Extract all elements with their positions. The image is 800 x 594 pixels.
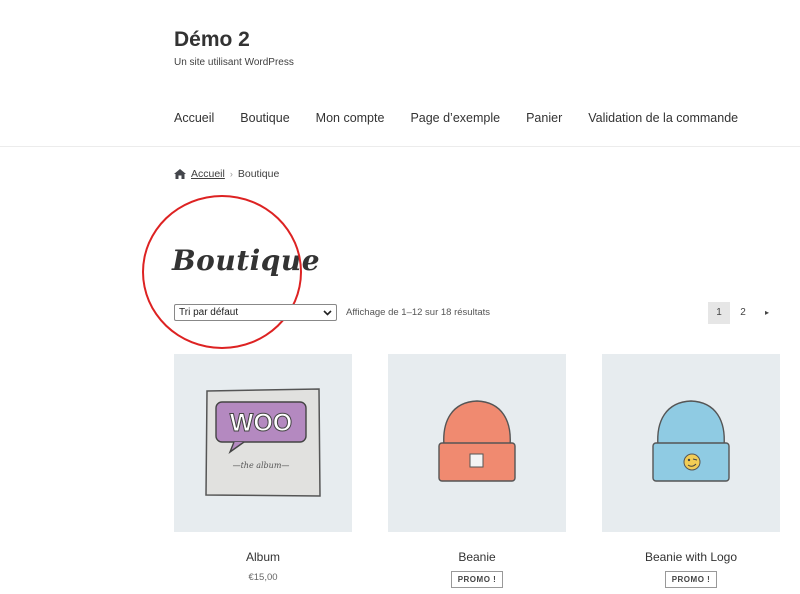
woo-logo-text: WOO xyxy=(230,409,293,437)
main-navigation: Accueil Boutique Mon compte Page d’exemp… xyxy=(174,111,764,125)
pagination: 1 2 ▸ xyxy=(706,302,778,324)
home-icon xyxy=(174,169,186,179)
site-title[interactable]: Démo 2 xyxy=(174,28,250,52)
breadcrumb-current: Boutique xyxy=(237,168,280,180)
nav-item-mon-compte[interactable]: Mon compte xyxy=(316,111,385,125)
product-name-album[interactable]: Album xyxy=(174,550,352,564)
product-price-album: €15,00 xyxy=(248,572,278,583)
breadcrumb-home-link[interactable]: Accueil xyxy=(191,168,225,180)
nav-item-boutique[interactable]: Boutique xyxy=(240,111,289,125)
beanie-orange-icon xyxy=(438,400,516,482)
promo-badge: PROMO ! xyxy=(664,571,718,588)
site-description: Un site utilisant WordPress xyxy=(174,57,294,68)
product-image-beanie-with-logo[interactable] xyxy=(602,354,780,532)
product-card-beanie: Beanie PROMO ! xyxy=(388,354,566,588)
album-art-subtitle: —the album— xyxy=(233,461,290,470)
product-name-beanie[interactable]: Beanie xyxy=(388,550,566,564)
nav-item-validation-commande[interactable]: Validation de la commande xyxy=(588,111,738,125)
product-image-beanie[interactable] xyxy=(388,354,566,532)
breadcrumb-separator: › xyxy=(229,169,233,179)
highlight-circle-annotation xyxy=(142,195,302,349)
next-page-arrow-icon[interactable]: ▸ xyxy=(756,302,778,324)
woo-album-art: WOO —the album— xyxy=(205,388,321,497)
page-1: 1 xyxy=(708,302,730,324)
header-divider xyxy=(0,146,800,147)
nav-item-accueil[interactable]: Accueil xyxy=(174,111,214,125)
chevron-down-icon xyxy=(323,309,332,316)
promo-badge: PROMO ! xyxy=(450,571,504,588)
product-image-album[interactable]: WOO —the album— xyxy=(174,354,352,532)
beanie-blue-icon xyxy=(652,400,730,482)
breadcrumb: Accueil › Boutique xyxy=(174,168,279,180)
nav-item-panier[interactable]: Panier xyxy=(526,111,562,125)
product-name-beanie-with-logo[interactable]: Beanie with Logo xyxy=(602,550,780,564)
page-2[interactable]: 2 xyxy=(732,302,754,324)
sort-selected-value: Tri par défaut xyxy=(179,307,239,318)
result-count: Affichage de 1–12 sur 18 résultats xyxy=(346,307,491,318)
sort-select[interactable]: Tri par défaut xyxy=(174,304,337,321)
product-card-beanie-with-logo: Beanie with Logo PROMO ! xyxy=(602,354,780,588)
nav-item-page-exemple[interactable]: Page d’exemple xyxy=(410,111,500,125)
product-card-album: WOO —the album— Album €15,00 xyxy=(174,354,352,583)
